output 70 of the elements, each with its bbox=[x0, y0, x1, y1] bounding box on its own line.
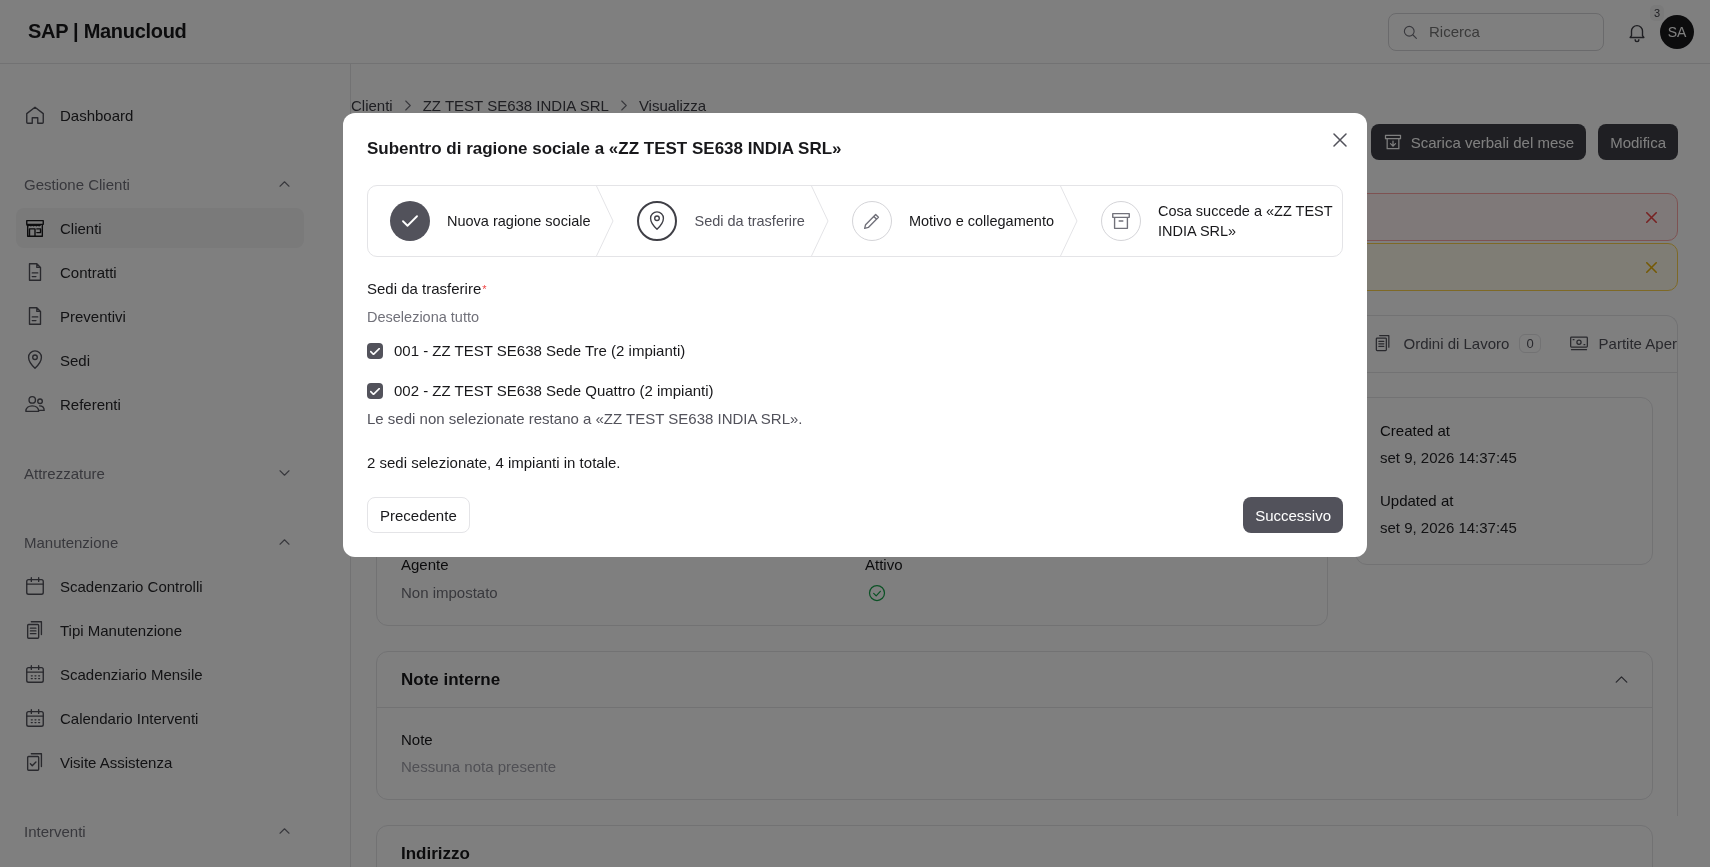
field-value: Non impostato bbox=[401, 583, 499, 603]
tab-count: 0 bbox=[1519, 333, 1541, 353]
field-label: Sedi da trasferire* bbox=[367, 279, 488, 299]
close-icon bbox=[1333, 133, 1347, 147]
sidebar-item[interactable]: Sedi bbox=[16, 340, 304, 380]
sidebar-group-header[interactable]: Interventi bbox=[16, 811, 304, 851]
action-button[interactable]: Scarica verbali del mese bbox=[1370, 124, 1587, 160]
field-label: Attivo bbox=[865, 555, 904, 575]
calendar-icon bbox=[24, 663, 46, 685]
people-icon bbox=[24, 393, 46, 415]
checkbox-label[interactable]: 002 - ZZ TEST SE638 Sede Quattro (2 impianti) bbox=[394, 381, 714, 401]
user-avatar[interactable]: SA bbox=[1660, 14, 1694, 49]
sidebar-item[interactable]: Scadenzario Controlli bbox=[16, 566, 304, 606]
sidebar-item[interactable]: Tipi Manutenzione bbox=[16, 610, 304, 650]
field-label: Created at bbox=[1380, 421, 1452, 441]
collapse-button[interactable] bbox=[1615, 676, 1628, 683]
dialog-title: Subentro di ragione sociale a «ZZ TEST SE638 INDIA SRL» bbox=[367, 138, 842, 160]
check-icon bbox=[370, 347, 380, 355]
breadcrumb-link[interactable]: Clienti bbox=[351, 96, 393, 114]
deselect-all-link[interactable]: Deseleziona tutto bbox=[367, 309, 480, 325]
calendar-icon bbox=[24, 707, 46, 729]
field-label: Updated at bbox=[1380, 491, 1455, 511]
calendar-icon bbox=[24, 575, 46, 597]
step-label[interactable]: Nuova ragione sociale bbox=[447, 211, 591, 231]
back-button[interactable]: Precedente bbox=[367, 497, 470, 533]
check-icon bbox=[370, 387, 380, 395]
check-icon bbox=[402, 215, 418, 227]
sidebar-item[interactable]: Dashboard bbox=[16, 95, 304, 135]
sidebar-item[interactable]: Contratti bbox=[16, 252, 304, 292]
sidebar-item[interactable]: Visite Assistenza bbox=[16, 742, 304, 782]
archive-box-icon bbox=[1110, 210, 1132, 232]
sidebar-group-header[interactable]: Attrezzature bbox=[16, 453, 304, 493]
sidebar-item[interactable]: Preventivi bbox=[16, 296, 304, 336]
chevron-right-icon bbox=[404, 99, 411, 111]
help-text: Le sedi non selezionate restano a «ZZ TEST SE638 INDIA SRL». bbox=[367, 409, 804, 429]
sidebar-item[interactable]: Scadenziario Mensile bbox=[16, 654, 304, 694]
section-title: Note interne bbox=[401, 669, 501, 690]
tab[interactable]: Partite Aper bbox=[1568, 316, 1677, 372]
field-value: set 9, 2026 14:37:45 bbox=[1380, 448, 1518, 468]
breadcrumb-link[interactable]: ZZ TEST SE638 INDIA SRL bbox=[422, 96, 609, 114]
field-label: Note bbox=[401, 730, 434, 750]
home-icon bbox=[24, 104, 46, 126]
close-icon bbox=[1646, 211, 1657, 223]
step-label[interactable]: Cosa succede a «ZZ TEST INDIA SRL» bbox=[1158, 201, 1336, 241]
checkbox[interactable] bbox=[367, 343, 383, 359]
next-button[interactable]: Successivo bbox=[1243, 497, 1343, 533]
chevron-right-icon bbox=[620, 99, 627, 111]
archive-download-icon bbox=[1382, 132, 1403, 152]
section-title: Indirizzo bbox=[401, 843, 470, 864]
step-label[interactable]: Sedi da trasferire bbox=[694, 211, 805, 231]
action-button[interactable]: Modifica bbox=[1598, 124, 1678, 160]
close-icon bbox=[1646, 261, 1657, 273]
sidebar-item[interactable]: Calendario Interventi bbox=[16, 698, 304, 738]
checkbox-label[interactable]: 001 - ZZ TEST SE638 Sede Tre (2 impianti) bbox=[394, 341, 686, 361]
selection-summary: 2 sedi selezionate, 4 impianti in totale. bbox=[367, 453, 622, 473]
field-value: set 9, 2026 14:37:45 bbox=[1380, 518, 1518, 538]
checkbox[interactable] bbox=[367, 383, 383, 399]
breadcrumb-current: Visualizza bbox=[638, 96, 707, 114]
app-logo: SAP | Manucloud bbox=[28, 20, 187, 43]
step-label[interactable]: Motivo e collegamento bbox=[908, 211, 1054, 231]
sidebar-group-header[interactable]: Manutenzione bbox=[16, 522, 304, 562]
search-field[interactable]: Ricerca bbox=[1388, 12, 1604, 51]
field-label: Agente bbox=[401, 555, 450, 575]
tab[interactable]: Ordini di Lavoro 0 bbox=[1373, 316, 1541, 372]
sidebar-item[interactable]: Referenti bbox=[16, 384, 304, 424]
sidebar-group-header[interactable]: Gestione Clienti bbox=[16, 164, 304, 204]
notification-count: 3 bbox=[1649, 4, 1664, 21]
store-icon bbox=[24, 217, 46, 239]
chevron-up-icon bbox=[1615, 676, 1628, 683]
sidebar-item[interactable]: Clienti bbox=[16, 208, 304, 248]
